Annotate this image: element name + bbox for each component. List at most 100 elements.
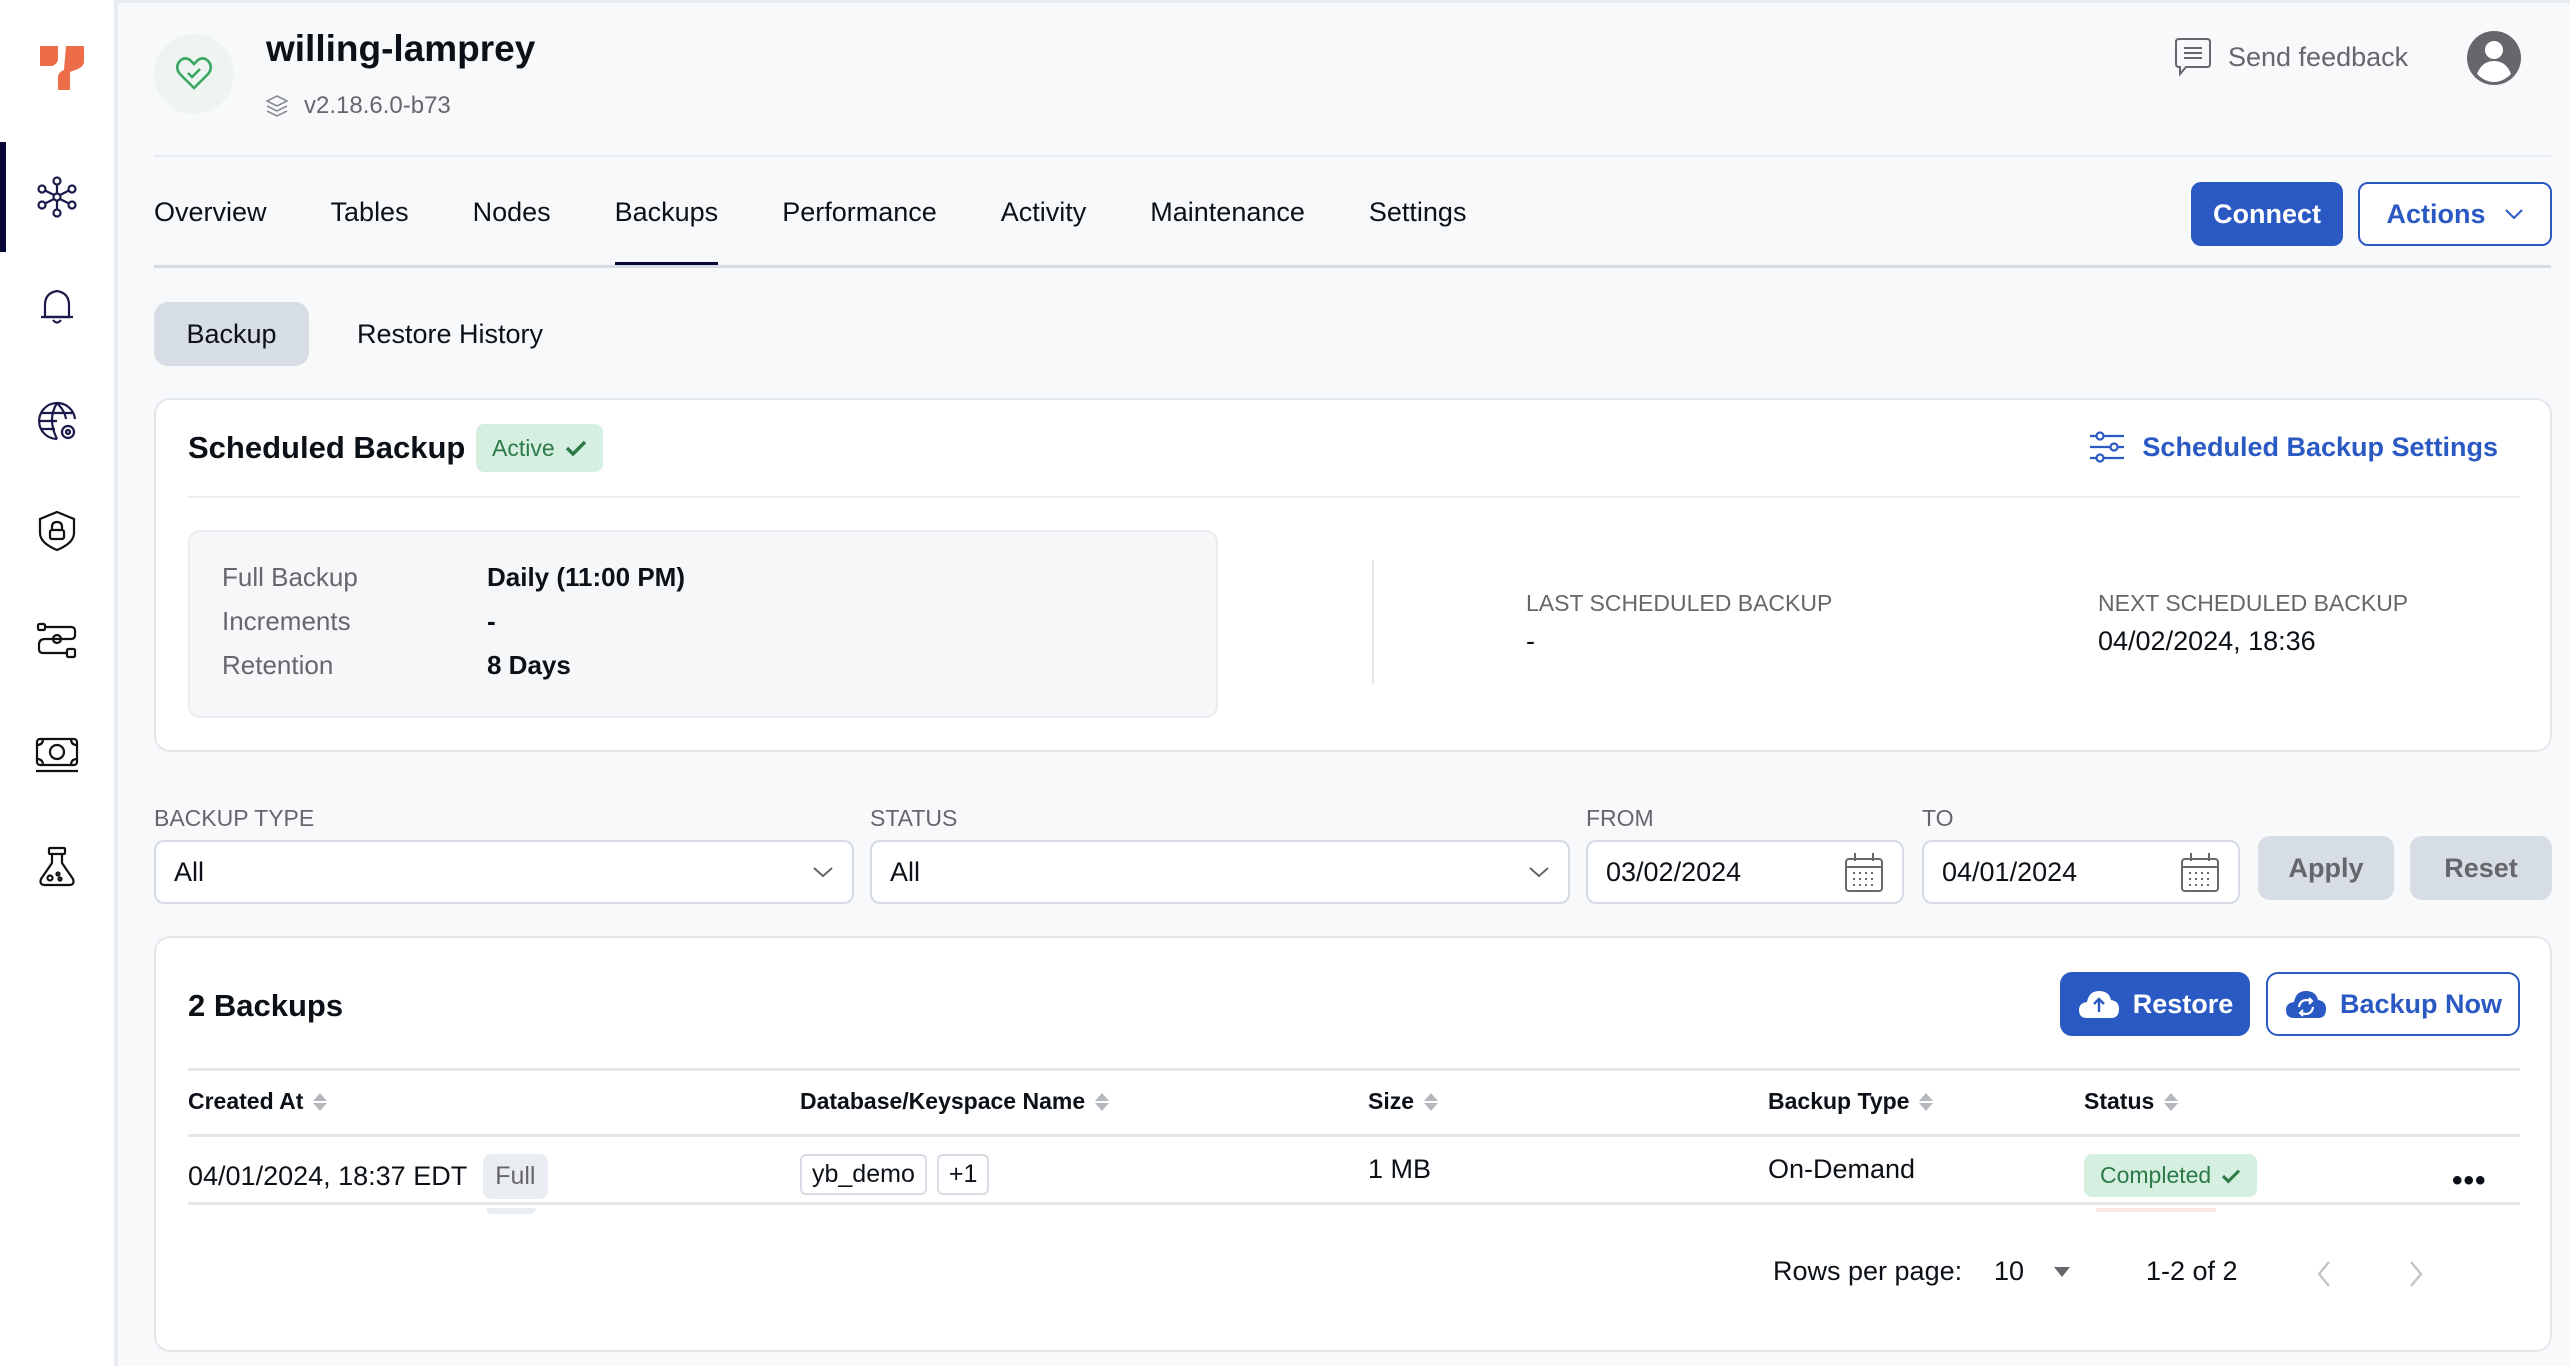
row-border bbox=[188, 1202, 2520, 1205]
rows-per-page-select[interactable]: 10 bbox=[1994, 1256, 2071, 1287]
sidebar-item-workflows[interactable] bbox=[0, 588, 114, 698]
feedback-label: Send feedback bbox=[2228, 41, 2409, 72]
calendar-icon[interactable] bbox=[1844, 851, 1884, 893]
column-label: Size bbox=[1368, 1088, 1415, 1114]
rows-per-page: Rows per page: bbox=[1773, 1256, 1962, 1287]
tab-overview[interactable]: Overview bbox=[154, 195, 267, 267]
yugabyte-logo[interactable] bbox=[38, 42, 86, 92]
sidebar-item-universes[interactable] bbox=[0, 142, 114, 252]
version-text: v2.18.6.0-b73 bbox=[304, 92, 451, 119]
restore-label: Restore bbox=[2132, 988, 2234, 1019]
sort-icon bbox=[1424, 1092, 1439, 1111]
health-status-icon bbox=[154, 34, 234, 114]
column-header-size[interactable]: Size bbox=[1368, 1088, 1439, 1115]
cell-created-at: 04/01/2024, 18:37 EDT Full bbox=[188, 1154, 548, 1199]
sort-icon bbox=[1095, 1092, 1110, 1111]
heart-check-icon bbox=[175, 57, 213, 90]
status-badge-completed: Completed bbox=[2084, 1154, 2258, 1197]
subtab-backup[interactable]: Backup bbox=[154, 302, 309, 366]
scheduled-backup-settings-link[interactable]: Scheduled Backup Settings bbox=[2088, 430, 2498, 464]
tab-activity[interactable]: Activity bbox=[1001, 195, 1087, 267]
sort-icon bbox=[313, 1092, 328, 1111]
cell-database: yb_demo +1 bbox=[800, 1154, 990, 1195]
from-date-input[interactable]: 03/02/2024 bbox=[1586, 840, 1904, 904]
tab-backups[interactable]: Backups bbox=[614, 195, 718, 267]
version-label: v2.18.6.0-b73 bbox=[264, 92, 451, 120]
tab-tables[interactable]: Tables bbox=[331, 195, 409, 267]
backup-type-select[interactable]: All bbox=[154, 840, 854, 904]
vertical-divider bbox=[1372, 560, 1374, 684]
sort-icon bbox=[1919, 1092, 1934, 1111]
sidebar-item-security[interactable] bbox=[0, 476, 114, 586]
sidebar-item-config[interactable] bbox=[0, 366, 114, 476]
chevron-right-icon[interactable] bbox=[2408, 1260, 2424, 1288]
user-avatar-icon[interactable] bbox=[2466, 30, 2522, 86]
detail-increments: Increments - bbox=[222, 606, 496, 637]
from-date-value: 03/02/2024 bbox=[1606, 856, 1742, 887]
status-badge-text: Active bbox=[492, 434, 555, 461]
backup-type-value: All bbox=[174, 856, 205, 887]
apply-button[interactable]: Apply bbox=[2258, 836, 2394, 900]
send-feedback-button[interactable]: Send feedback bbox=[2172, 36, 2408, 78]
sidebar-item-alerts[interactable] bbox=[0, 252, 114, 362]
column-header-status[interactable]: Status bbox=[2084, 1088, 2179, 1115]
universe-tabs: Overview Tables Nodes Backups Performanc… bbox=[154, 195, 1530, 267]
schedule-details: Full Backup Daily (11:00 PM) Increments - … bbox=[188, 530, 1218, 718]
connect-button[interactable]: Connect bbox=[2191, 182, 2343, 246]
subtab-restore-history[interactable]: Restore History bbox=[357, 302, 543, 366]
cell-backup-type: On-Demand bbox=[1768, 1154, 1916, 1184]
check-icon bbox=[2222, 1169, 2241, 1183]
rows-per-page-label: Rows per page: bbox=[1773, 1256, 1963, 1286]
universe-name: willing-lamprey bbox=[266, 28, 536, 69]
sidebar bbox=[0, 0, 118, 1366]
sidebar-item-billing[interactable] bbox=[0, 700, 114, 810]
tabs-divider bbox=[154, 265, 2551, 268]
flask-icon bbox=[39, 846, 75, 887]
restore-button[interactable]: Restore bbox=[2060, 972, 2250, 1036]
shield-lock-icon bbox=[38, 510, 76, 552]
to-date-value: 04/01/2024 bbox=[1942, 856, 2078, 887]
to-label: TO bbox=[1922, 805, 1954, 831]
tab-maintenance[interactable]: Maintenance bbox=[1150, 195, 1305, 267]
feedback-icon bbox=[2175, 38, 2211, 77]
detail-value: 8 Days bbox=[487, 650, 571, 680]
cell-status: Completed bbox=[2084, 1154, 2258, 1197]
status-select[interactable]: All bbox=[870, 840, 1570, 904]
network-icon bbox=[37, 176, 77, 218]
chevron-left-icon[interactable] bbox=[2316, 1260, 2332, 1288]
table-top-border bbox=[188, 1068, 2520, 1071]
detail-value: Daily (11:00 PM) bbox=[487, 562, 685, 592]
bell-icon bbox=[41, 289, 73, 324]
backups-list-card: 2 Backups Restore Backup Now Created At … bbox=[154, 936, 2552, 1352]
caret-down-icon bbox=[2054, 1266, 2071, 1277]
backup-now-button[interactable]: Backup Now bbox=[2266, 972, 2520, 1036]
backup-now-label: Backup Now bbox=[2339, 988, 2503, 1019]
actions-label: Actions bbox=[2386, 198, 2486, 229]
next-scheduled-label: NEXT SCHEDULED BACKUP bbox=[2098, 590, 2409, 616]
cloud-upload-icon bbox=[2078, 991, 2119, 1018]
detail-label: Full Backup bbox=[222, 562, 358, 592]
tab-performance[interactable]: Performance bbox=[782, 195, 937, 267]
column-header-backup-type[interactable]: Backup Type bbox=[1768, 1088, 1934, 1115]
to-date-input[interactable]: 04/01/2024 bbox=[1922, 840, 2240, 904]
tab-nodes[interactable]: Nodes bbox=[473, 195, 551, 267]
calendar-icon[interactable] bbox=[2180, 851, 2220, 893]
from-label: FROM bbox=[1586, 805, 1654, 831]
database-pill: yb_demo bbox=[800, 1154, 927, 1195]
column-header-created-at[interactable]: Created At bbox=[188, 1088, 328, 1115]
row-2-partial-status bbox=[2096, 1208, 2216, 1212]
next-scheduled-value: 04/02/2024, 18:36 bbox=[2098, 626, 2316, 656]
actions-dropdown[interactable]: Actions bbox=[2358, 182, 2552, 246]
row-more-options-icon[interactable]: ••• bbox=[2452, 1164, 2487, 1198]
header-row-border bbox=[188, 1134, 2520, 1137]
rows-per-page-value: 10 bbox=[1994, 1256, 2025, 1286]
column-label: Backup Type bbox=[1768, 1088, 1910, 1114]
layers-icon bbox=[265, 95, 289, 117]
column-header-database[interactable]: Database/Keyspace Name bbox=[800, 1088, 1110, 1115]
more-databases-pill[interactable]: +1 bbox=[936, 1154, 990, 1195]
sidebar-item-labs[interactable] bbox=[0, 812, 114, 922]
reset-button[interactable]: Reset bbox=[2410, 836, 2552, 900]
tab-settings[interactable]: Settings bbox=[1369, 195, 1467, 267]
column-label: Created At bbox=[188, 1088, 304, 1114]
detail-label: Retention bbox=[222, 650, 334, 680]
